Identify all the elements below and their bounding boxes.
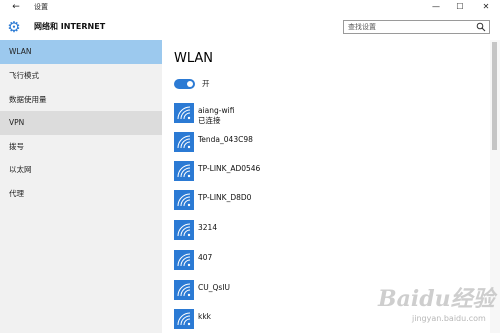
- watermark: Baidu经验 jingyan.baidu.com: [378, 286, 496, 330]
- network-name: Tenda_043C98: [198, 135, 253, 144]
- wlan-toggle[interactable]: [174, 79, 195, 89]
- back-arrow-icon[interactable]: ←: [9, 1, 23, 13]
- network-name: 3214: [198, 223, 218, 232]
- sidebar-item-airplane-mode[interactable]: 飞行模式: [0, 64, 162, 88]
- sidebar-item-label: VPN: [9, 118, 25, 127]
- network-item[interactable]: TP-LINK_AD0546: [174, 161, 474, 187]
- wifi-icon: [174, 280, 194, 300]
- gear-icon: ⚙: [7, 18, 21, 36]
- close-button[interactable]: ✕: [472, 0, 500, 14]
- sidebar-item-label: 数据使用量: [9, 95, 47, 104]
- wifi-icon: [174, 161, 194, 181]
- sidebar-item-proxy[interactable]: 代理: [0, 182, 162, 206]
- search-input[interactable]: 查找设置: [343, 20, 490, 34]
- toggle-knob: [187, 81, 193, 87]
- network-item[interactable]: 3214: [174, 220, 474, 246]
- wifi-icon: [174, 220, 194, 240]
- sidebar-item-label: 拨号: [9, 142, 24, 151]
- sidebar-item-vpn[interactable]: VPN: [0, 111, 162, 135]
- sidebar: WLAN 飞行模式 数据使用量 VPN 拨号 以太网 代理: [0, 40, 162, 333]
- watermark-sub: jingyan.baidu.com: [412, 314, 486, 323]
- scrollbar-thumb[interactable]: [492, 42, 497, 150]
- page-title: 网络和 INTERNET: [34, 22, 106, 31]
- sidebar-item-label: WLAN: [9, 47, 32, 56]
- wifi-icon: [174, 103, 194, 123]
- network-name: 407: [198, 253, 213, 262]
- network-item[interactable]: TP-LINK_D8D0: [174, 190, 474, 216]
- window-titlebar: ← 设置 — ☐ ✕: [0, 0, 500, 14]
- wifi-icon: [174, 309, 194, 329]
- sidebar-item-dial-up[interactable]: 拨号: [0, 135, 162, 159]
- toggle-label: 开: [202, 79, 210, 88]
- network-name: TP-LINK_D8D0: [198, 193, 252, 202]
- sidebar-item-label: 飞行模式: [9, 71, 39, 80]
- wifi-icon: [174, 190, 194, 210]
- sidebar-item-label: 代理: [9, 189, 24, 198]
- wifi-icon: [174, 132, 194, 152]
- search-placeholder: 查找设置: [348, 23, 376, 31]
- network-name: TP-LINK_AD0546: [198, 164, 261, 173]
- window-title: 设置: [34, 3, 48, 11]
- network-item[interactable]: Tenda_043C98: [174, 132, 474, 158]
- search-icon: [476, 22, 486, 32]
- section-title: WLAN: [174, 51, 214, 66]
- watermark-main: Baidu经验: [378, 286, 495, 312]
- network-name: CU_QsIU: [198, 283, 230, 292]
- network-item[interactable]: aiang-wifi 已连接: [174, 103, 474, 129]
- sidebar-item-wlan[interactable]: WLAN: [0, 40, 162, 64]
- sidebar-item-label: 以太网: [9, 165, 32, 174]
- network-item[interactable]: 407: [174, 250, 474, 276]
- wifi-icon: [174, 250, 194, 270]
- network-name: kkk: [198, 312, 212, 321]
- sidebar-item-data-usage[interactable]: 数据使用量: [0, 88, 162, 112]
- maximize-button[interactable]: ☐: [446, 0, 474, 14]
- sidebar-item-ethernet[interactable]: 以太网: [0, 158, 162, 182]
- network-status: 已连接: [198, 116, 221, 125]
